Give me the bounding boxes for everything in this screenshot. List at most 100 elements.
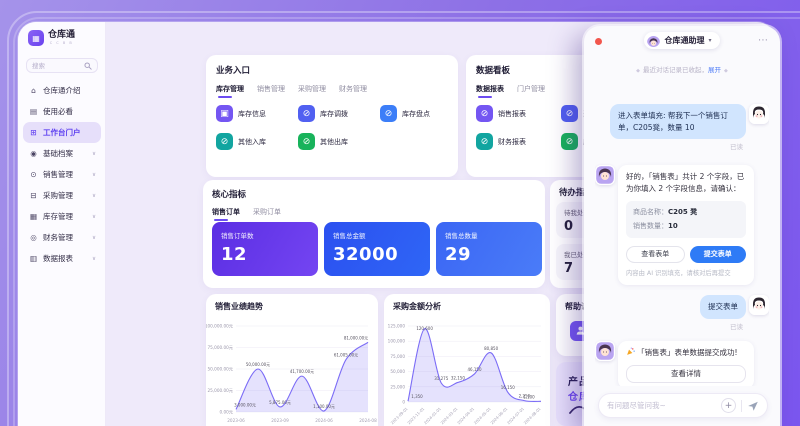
sidebar-item-doc[interactable]: ▤使用必看	[23, 101, 101, 122]
form-field: 销售数量：10	[633, 221, 739, 232]
svg-text:50,000.00元: 50,000.00元	[208, 367, 234, 373]
chat-message-user: 进入表单填充: 帮我下一个销售订单，C205凳，数量 10	[595, 104, 769, 139]
svg-text:46,150: 46,150	[468, 367, 482, 372]
entry-label: 销售报表	[498, 109, 526, 119]
sidebar-item-archive[interactable]: ◉基础档案∨	[23, 143, 101, 164]
svg-text:2024-06: 2024-06	[315, 418, 333, 423]
assistant-chat-panel: 仓库通助理 ▾ ⋯ ◆最近对话记录已收起，展开◆进入表单填充: 帮我下一个销售订…	[584, 26, 780, 426]
svg-text:125,000: 125,000	[388, 324, 406, 329]
business-entry-tabs: 库存管理销售管理采购管理财务管理	[216, 84, 367, 98]
sales-icon: ⊙	[29, 170, 38, 179]
chat-input[interactable]	[607, 401, 716, 410]
sidebar-search[interactable]	[26, 58, 98, 73]
svg-text:75,000: 75,000	[390, 354, 405, 359]
sidebar-item-label: 工作台门户	[43, 127, 81, 138]
purchase-analysis-card: 采购金额分析 025,00050,00075,000100,000125,000…	[384, 294, 550, 426]
archive-icon: ◉	[29, 149, 38, 158]
purchase-analysis-chart: 025,00050,00075,000100,000125,0002023-09…	[384, 314, 550, 426]
entry-label: 库存盘点	[402, 109, 430, 119]
stat-label: 销售总数量	[445, 230, 533, 240]
tab-data_board-0[interactable]: 数据报表	[476, 84, 504, 98]
tab-business_entry-1[interactable]: 销售管理	[257, 84, 285, 98]
view-detail-button[interactable]: 查看详情	[626, 365, 746, 383]
entry-icon: ▣	[216, 105, 233, 122]
sidebar-item-sales[interactable]: ⊙销售管理∨	[23, 164, 101, 185]
tab-core_metrics-1[interactable]: 采购订单	[253, 207, 281, 221]
divider	[741, 400, 742, 412]
chat-messages: ◆最近对话记录已收起，展开◆进入表单填充: 帮我下一个销售订单，C205凳，数量…	[595, 56, 769, 386]
more-menu-icon[interactable]: ⋯	[758, 35, 768, 46]
ai-fill-note: 内容由 AI 识别填充，请核对后再提交	[626, 269, 746, 279]
view-form-button[interactable]: 查看表单	[626, 246, 685, 263]
home-icon: ⌂	[29, 86, 38, 95]
sidebar: ▦ 仓库通 C C B B ⌂仓库通介绍▤使用必看⊞工作台门户◉基础档案∨⊙销售…	[18, 22, 106, 426]
assistant-avatar	[595, 165, 615, 185]
sidebar-item-label: 基础档案	[43, 148, 73, 159]
chat-message-assistant: 「销售表」表单数据提交成功! 查看详情	[595, 341, 769, 386]
tab-business_entry-3[interactable]: 财务管理	[339, 84, 367, 98]
svg-text:61,005.00元: 61,005.00元	[334, 353, 358, 358]
submit-form-button[interactable]: 提交表单	[690, 246, 747, 263]
entry-label: 库存信息	[238, 109, 266, 119]
sales-trend-chart: 0.00元25,000.00元50,000.00元75,000.00元100,0…	[206, 314, 378, 426]
svg-text:5,875.00元: 5,875.00元	[269, 400, 291, 405]
entry-icon: ⊘	[216, 133, 233, 150]
sidebar-item-label: 数据报表	[43, 253, 73, 264]
add-attachment-icon[interactable]: +	[721, 398, 736, 413]
send-icon[interactable]	[747, 400, 759, 412]
assistant-bubble: 「销售表」表单数据提交成功! 查看详情	[618, 341, 754, 386]
svg-text:0: 0	[402, 400, 405, 405]
entry-item-business_entry-1[interactable]: ⊘库存调拨	[298, 105, 348, 122]
form-field: 商品名称：C205 凳	[633, 207, 739, 218]
entry-item-business_entry-0[interactable]: ▣ 库存信息	[216, 105, 266, 122]
entry-item-data_board-3[interactable]: ⊘财务报表	[476, 133, 526, 150]
svg-text:1,100.00元: 1,100.00元	[313, 404, 335, 409]
svg-text:80,850: 80,850	[484, 346, 498, 351]
sidebar-item-portal[interactable]: ⊞ 工作台门户	[23, 122, 101, 143]
entry-label: 财务报表	[498, 137, 526, 147]
chat-header-dropdown[interactable]: 仓库通助理 ▾	[644, 32, 719, 49]
svg-text:50,000: 50,000	[390, 369, 405, 374]
data-board-tabs: 数据报表门户管理	[476, 84, 545, 98]
tab-business_entry-2[interactable]: 采购管理	[298, 84, 326, 98]
expand-link[interactable]: 展开	[708, 66, 721, 74]
svg-text:1,350: 1,350	[411, 394, 423, 399]
entry-label: 其他入库	[238, 137, 266, 147]
sales-trend-title: 销售业绩趋势	[215, 301, 263, 312]
chevron-down-icon: ▾	[708, 37, 711, 44]
stat-tile-0: 销售订单数12	[212, 222, 318, 276]
sidebar-item-label: 库存管理	[43, 211, 73, 222]
sidebar-item-report[interactable]: ▥数据报表∨	[23, 248, 101, 269]
entry-item-data_board-0[interactable]: ⊘ 销售报表	[476, 105, 526, 122]
entry-item-business_entry-2[interactable]: ⊘库存盘点	[380, 105, 430, 122]
sidebar-item-label: 使用必看	[43, 106, 73, 117]
chat-input-bar[interactable]: +	[598, 393, 768, 418]
entry-item-business_entry-4[interactable]: ⊘其他出库	[298, 133, 348, 150]
tab-data_board-1[interactable]: 门户管理	[517, 84, 545, 98]
entry-label: 其他出库	[320, 137, 348, 147]
svg-text:81,000.00元: 81,000.00元	[344, 335, 368, 340]
close-icon[interactable]	[595, 38, 602, 45]
sidebar-item-inventory[interactable]: ▦库存管理∨	[23, 206, 101, 227]
entry-icon: ⊘	[476, 105, 493, 122]
core-metrics-tabs: 销售订单采购订单	[212, 207, 281, 221]
sidebar-item-finance[interactable]: ◎财务管理∨	[23, 227, 101, 248]
assistant-text: 「销售表」表单数据提交成功!	[626, 347, 746, 359]
chat-assistant-avatar	[647, 34, 660, 47]
chat-message-user: 提交表单	[595, 295, 769, 319]
entry-icon: ⊘	[561, 133, 578, 150]
sidebar-item-label: 财务管理	[43, 232, 73, 243]
chevron-down-icon: ∨	[92, 256, 96, 262]
sidebar-item-purchase[interactable]: ⊟采购管理∨	[23, 185, 101, 206]
assistant-text: 好的，「销售表」共计 2 个字段，已为你填入 2 个字段信息，请确认：	[626, 171, 746, 194]
tab-business_entry-0[interactable]: 库存管理	[216, 84, 244, 98]
search-input[interactable]	[32, 62, 81, 70]
tab-core_metrics-0[interactable]: 销售订单	[212, 207, 240, 221]
sidebar-item-home[interactable]: ⌂仓库通介绍	[23, 80, 101, 101]
stat-value: 32000	[333, 244, 421, 265]
entry-item-business_entry-3[interactable]: ⊘ 其他入库	[216, 133, 266, 150]
portal-icon: ⊞	[29, 128, 38, 137]
stat-label: 销售总金额	[333, 230, 421, 240]
chevron-down-icon: ∨	[92, 172, 96, 178]
svg-text:2023-06: 2023-06	[227, 418, 245, 423]
